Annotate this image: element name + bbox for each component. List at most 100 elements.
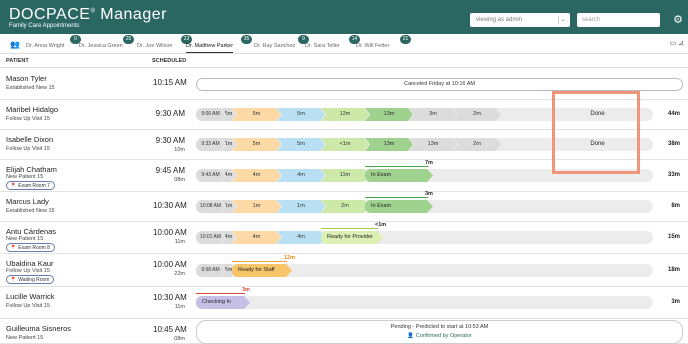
tab-badge: 25 (123, 35, 134, 44)
wait-time: 10m (174, 147, 185, 153)
timer-line (365, 197, 428, 198)
timeline-segment: 13m (409, 138, 457, 151)
scheduled-time: 10:00 AM (153, 260, 187, 269)
app-header: DOCPACE® Manager Family Care Appointment… (0, 0, 688, 34)
timeline-segment: 9:58 AM (196, 264, 225, 277)
status-segment: In Exam (365, 200, 433, 213)
patient-name[interactable]: Lucille Warrick (6, 292, 54, 301)
highlight-box (552, 91, 640, 174)
status-segment: In Exam (365, 169, 433, 182)
timeline-segment: 13m (365, 108, 413, 121)
timeline-segment: 2m (453, 138, 501, 151)
visit-type: Established New 15 (6, 208, 55, 214)
timer-line (196, 293, 245, 294)
patient-name[interactable]: Elijah Chatham (6, 165, 57, 174)
timer-label: 3m (425, 191, 433, 197)
scheduled-time: 10:45 AM (153, 325, 187, 334)
visit-type: Established New 15 (6, 85, 55, 91)
timer-label: 12m (284, 255, 296, 261)
confirmed-label: Confirmed by Operator (415, 333, 472, 339)
app-subtitle: Family Care Appointments (9, 23, 80, 29)
visit-type: Follow Up Visit 15 (6, 303, 50, 309)
location-pin-icon: 📍 (10, 277, 17, 283)
patient-name[interactable]: Antu Cárdenas (6, 227, 56, 236)
total-time: 18m (667, 267, 680, 273)
tab-provider[interactable]: Dr. Sara Teller 14 (305, 35, 360, 52)
timeline-segment: 1m (232, 200, 281, 213)
wait-time: 22m (174, 271, 185, 277)
wait-time: 08m (174, 177, 185, 183)
total-time: 3m (671, 299, 680, 305)
table-row[interactable]: Lucille Warrick Follow Up Visit 15 10:30 A… (0, 287, 688, 319)
timeline-track: 10:08 AM 1m 1m 1m 2m In Exam (196, 200, 653, 213)
timeline-segment: 9:43 AM (196, 169, 225, 182)
visit-type: New Patient 15 (6, 174, 44, 180)
tab-provider[interactable]: Dr. Ray Sanchez 9 (254, 35, 309, 52)
patient-name[interactable]: Guilleuma Sisneros (6, 324, 71, 333)
timeline-track: 10:01 AM 4m 4m 4m Ready for Provider (196, 231, 653, 244)
room-badge: 📍 Waiting Room (6, 275, 55, 284)
timeline-segment: 12m (321, 108, 369, 121)
chevron-down-icon: ⌄ (558, 16, 567, 24)
total-time: 15m (667, 234, 680, 240)
tab-label: Dr. Ray Sanchez (254, 43, 296, 49)
timer-line (232, 261, 287, 262)
patient-name[interactable]: Isabelle Dixon (6, 135, 53, 144)
total-time: 38m (667, 141, 680, 147)
tab-provider[interactable]: Dr. Anna Wright 0 (26, 35, 81, 52)
scheduled-time: 9:30 AM (155, 136, 185, 145)
table-row[interactable]: Marcus Lady Established New 15 10:30 AM 10:… (0, 191, 688, 222)
status-segment: Ready for Provider (321, 231, 383, 244)
table-row[interactable]: Guilleuma Sisneros New Patient 15 10:45 AM… (0, 319, 688, 344)
tab-provider[interactable]: Dr. Matthew Parker 35 (186, 35, 252, 53)
view-as-select[interactable]: viewing as admin ⌄ (470, 13, 570, 27)
confirmed-line: 👤 Confirmed by Operator (197, 333, 682, 339)
timeline-segment: 5m (232, 108, 281, 121)
total-time: 8m (671, 203, 680, 209)
timeline-segment: 4m (277, 169, 325, 182)
scheduled-time: 10:30 AM (153, 293, 187, 302)
app-logo: DOCPACE® Manager (9, 6, 167, 23)
patient-column-header: PATIENT (6, 58, 29, 64)
calendar-icon[interactable]: ▭ ⊿ (670, 39, 684, 47)
table-row[interactable]: Ubaldina Kaur Follow Up Visit 15 📍 Waiting … (0, 254, 688, 287)
tab-label: Dr. Sara Teller (305, 43, 340, 49)
tab-provider[interactable]: Dr. Will Fetter 21 (356, 35, 411, 52)
tab-label: Dr. Anna Wright (26, 43, 65, 49)
pending-pill: Pending - Predicted to start at 10:53 AM… (196, 320, 683, 344)
tab-provider[interactable]: Dr. Joe Wilson 23 (137, 35, 192, 52)
search-input[interactable]: search (577, 13, 660, 27)
timeline-segment: <1m (321, 138, 369, 151)
table-header: PATIENT SCHEDULED (0, 54, 688, 68)
scheduled-time: 9:45 AM (155, 166, 185, 175)
wait-time: 11m (174, 304, 185, 310)
room-badge: 📍 Exam Room 7 (6, 181, 55, 190)
room-badge: 📍 Exam Room 8 (6, 243, 55, 252)
visit-type: Follow Up Visit 15 (6, 146, 50, 152)
table-row[interactable]: Antu Cárdenas New Patient 15 📍 Exam Room 81… (0, 222, 688, 254)
wait-time: 11m (174, 239, 185, 245)
location-pin-icon: 📍 (10, 183, 17, 189)
timeline-track: 9:58 AM 6m Ready for Staff (196, 264, 653, 277)
timeline-segment: 4m (232, 231, 281, 244)
tab-provider[interactable]: Dr. Jessica Green 25 (79, 35, 134, 52)
timeline-segment: 9:00 AM (196, 108, 225, 121)
status-segment: Ready for Staff (232, 264, 292, 277)
wait-time: 08m (174, 336, 185, 342)
timeline-segment: 3m (409, 108, 457, 121)
tab-label: Dr. Matthew Parker (186, 43, 234, 49)
visit-type: New Patient 15 (6, 335, 44, 341)
scheduled-time: 10:15 AM (153, 78, 187, 87)
timeline-segment: 5m (277, 108, 325, 121)
timeline-segment: 10:01 AM (196, 231, 225, 244)
patient-name[interactable]: Mason Tyler (6, 74, 47, 83)
tab-label: Dr. Jessica Green (79, 43, 123, 49)
canceled-pill: Canceled Friday at 10:16 AM (196, 78, 683, 91)
patient-name[interactable]: Ubaldina Kaur (6, 259, 54, 268)
patient-name[interactable]: Marcus Lady (6, 197, 49, 206)
visit-type: Follow Up Visit 15 (6, 268, 50, 274)
group-icon[interactable]: 👥 (10, 40, 20, 49)
timeline-segment: 5m (232, 138, 281, 151)
patient-name[interactable]: Maribel Hidalgo (6, 105, 58, 114)
gear-icon[interactable]: ⚙ (671, 13, 685, 27)
